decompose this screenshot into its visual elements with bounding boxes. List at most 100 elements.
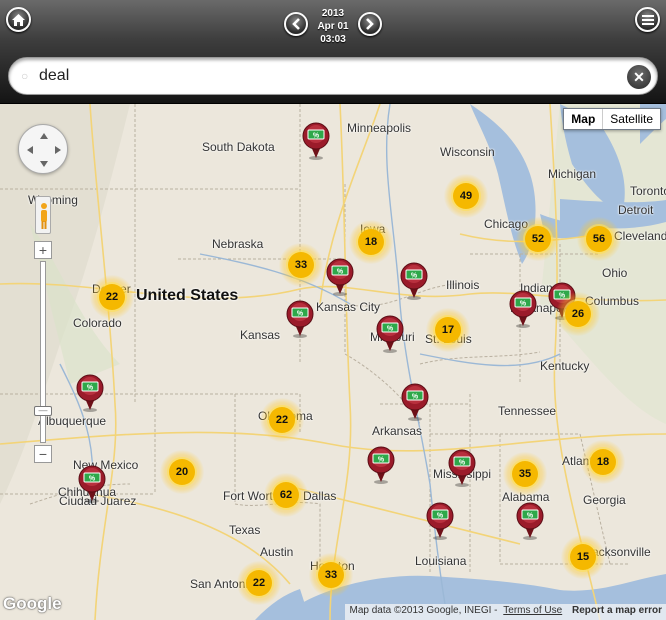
zoom-control: + — − (34, 241, 52, 463)
deal-marker[interactable]: % (76, 465, 108, 503)
map-type-map-button[interactable]: Map (564, 109, 604, 129)
deal-marker-icon: % (76, 374, 104, 412)
home-button[interactable] (6, 7, 31, 32)
prev-time-button[interactable] (284, 12, 308, 36)
deal-marker-glyph: % (412, 394, 419, 401)
map-type-control: Map Satellite (563, 108, 661, 130)
cluster-count: 33 (288, 252, 314, 278)
place-label: Dallas (303, 489, 337, 503)
deal-cluster[interactable]: 33 (309, 553, 353, 597)
cluster-count: 22 (99, 284, 125, 310)
deal-marker-glyph: % (411, 273, 418, 280)
deal-marker-glyph: % (337, 269, 344, 276)
deal-marker[interactable]: % (398, 262, 430, 300)
cluster-count: 35 (512, 461, 538, 487)
pan-arrows-icon (27, 133, 61, 167)
cluster-count: 62 (273, 482, 299, 508)
search-icon: ○ (21, 69, 29, 83)
place-label: Minneapolis (347, 121, 412, 135)
google-logo: Google (3, 594, 62, 613)
zoom-in-button[interactable]: + (34, 241, 52, 259)
deal-cluster[interactable]: 17 (426, 308, 470, 352)
cluster-count: 49 (453, 183, 479, 209)
app: 2013 Apr 01 03:03 ○ ✕ (0, 0, 666, 620)
deal-cluster[interactable]: 22 (237, 561, 281, 605)
cluster-count: 18 (590, 449, 616, 475)
deal-cluster[interactable]: 15 (561, 535, 605, 579)
deal-marker-icon: % (78, 465, 106, 503)
deal-cluster[interactable]: 49 (444, 174, 488, 218)
cluster-count: 20 (169, 459, 195, 485)
deal-marker-icon: % (367, 446, 395, 484)
place-label: Michigan (548, 167, 597, 181)
map-view[interactable]: South Dakota Minneapolis Wisconsin Michigan… (0, 104, 666, 620)
deal-marker-icon: % (448, 449, 476, 487)
deal-marker[interactable]: % (74, 374, 106, 412)
cluster-count: 17 (435, 317, 461, 343)
place-label: Illinois (446, 278, 480, 292)
deal-marker[interactable]: % (300, 122, 332, 160)
menu-button[interactable] (635, 7, 660, 32)
deal-marker[interactable]: % (324, 258, 356, 296)
deal-cluster[interactable]: 62 (264, 473, 308, 517)
deal-marker[interactable]: % (284, 300, 316, 338)
place-label: Austin (260, 545, 294, 559)
search-input[interactable] (39, 65, 609, 87)
zoom-slider-handle[interactable]: — (34, 406, 52, 416)
deal-marker-icon: % (302, 122, 330, 160)
deal-marker[interactable]: % (399, 383, 431, 421)
deal-marker-glyph: % (89, 476, 96, 483)
deal-marker[interactable]: % (374, 315, 406, 353)
home-icon (12, 13, 25, 26)
place-label: Ohio (602, 266, 628, 280)
deal-marker[interactable]: % (424, 502, 456, 540)
country-label: United States (136, 287, 239, 304)
clear-search-button[interactable]: ✕ (627, 65, 651, 89)
cluster-count: 26 (565, 301, 591, 327)
place-label: Kentucky (540, 359, 590, 373)
deal-marker-glyph: % (387, 326, 394, 333)
next-time-button[interactable] (358, 12, 382, 36)
deal-marker-glyph: % (313, 133, 320, 140)
zoom-slider-track[interactable]: — (34, 261, 52, 443)
report-map-error-link[interactable]: Report a map error (572, 605, 662, 616)
deal-cluster[interactable]: 20 (160, 450, 204, 494)
cluster-count: 33 (318, 562, 344, 588)
deal-marker-glyph: % (520, 301, 527, 308)
deal-cluster[interactable]: 56 (577, 217, 621, 261)
deal-marker[interactable]: % (514, 502, 546, 540)
pan-control[interactable] (18, 124, 68, 174)
pegman-icon (41, 203, 47, 229)
deal-cluster[interactable]: 33 (279, 243, 323, 287)
date-time-display: 2013 Apr 01 03:03 (308, 7, 358, 46)
deal-marker[interactable]: % (507, 290, 539, 328)
deal-marker-icon: % (516, 502, 544, 540)
deal-marker-icon: % (376, 315, 404, 353)
deal-cluster[interactable]: 35 (503, 452, 547, 496)
zoom-out-button[interactable]: − (34, 445, 52, 463)
place-label: Louisiana (415, 554, 467, 568)
terms-of-use-link[interactable]: Terms of Use (503, 605, 562, 616)
deal-marker[interactable]: % (365, 446, 397, 484)
deal-cluster[interactable]: 18 (349, 220, 393, 264)
deal-cluster[interactable]: 18 (581, 440, 625, 484)
deal-cluster[interactable]: 52 (516, 217, 560, 261)
cluster-count: 18 (358, 229, 384, 255)
deal-cluster[interactable]: 22 (260, 398, 304, 442)
map-type-satellite-button[interactable]: Satellite (603, 109, 660, 129)
deal-marker[interactable]: % (446, 449, 478, 487)
cluster-count: 22 (269, 407, 295, 433)
place-label: South Dakota (202, 140, 275, 154)
date-year: 2013 (321, 8, 345, 19)
date-day: Apr 01 (317, 21, 349, 32)
deal-cluster[interactable]: 26 (556, 292, 600, 336)
street-view-button[interactable] (35, 196, 51, 234)
time-display: 03:03 (320, 34, 346, 45)
deal-cluster[interactable]: 22 (90, 275, 134, 319)
deal-marker-icon: % (326, 258, 354, 296)
place-label: Cleveland (614, 229, 666, 243)
deal-marker-icon: % (426, 502, 454, 540)
top-toolbar: 2013 Apr 01 03:03 ○ ✕ (0, 0, 666, 104)
deal-marker-glyph: % (459, 460, 466, 467)
place-label: Wisconsin (440, 145, 495, 159)
